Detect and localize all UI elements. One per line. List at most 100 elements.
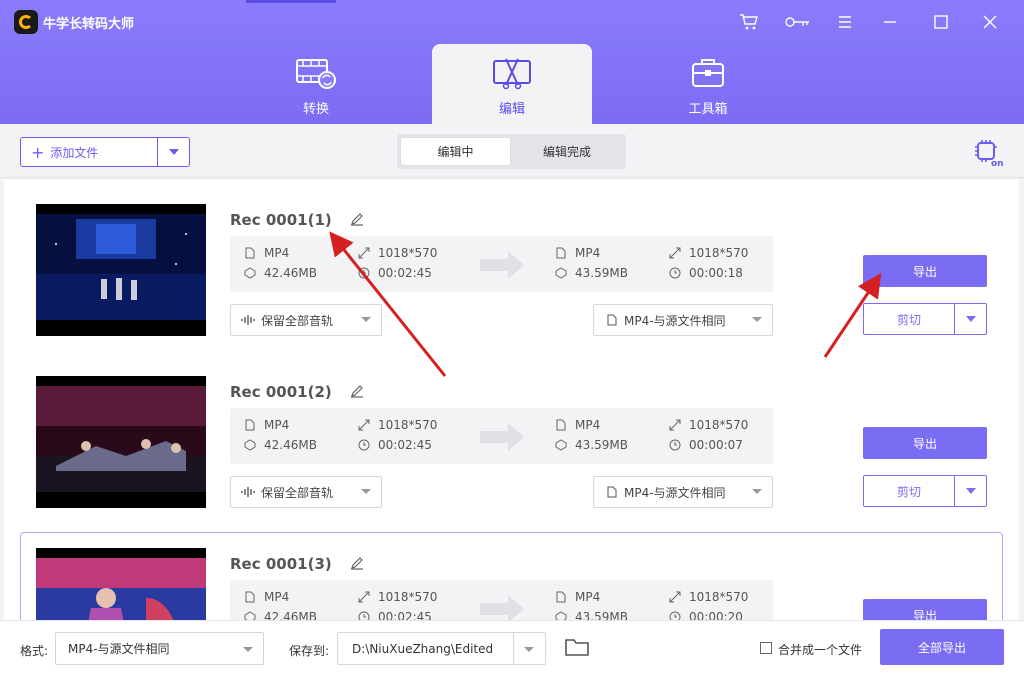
select-value: 保留全部音轨 [261,313,334,328]
close-icon[interactable] [978,10,1002,34]
value: 43.59MB [575,266,628,280]
tab-toolbox[interactable]: 工具箱 [628,44,788,124]
value: 00:02:45 [378,438,432,452]
add-file-label: 添加文件 [50,145,99,160]
file-icon [245,591,255,603]
source-format: MP4 [244,418,289,432]
file-name: Rec 0001(2) [230,383,332,401]
export-button[interactable]: 导出 [863,427,987,459]
file-list: Rec 0001(1) MP4 42.46MB 1018*570 00:02:4… [4,180,1019,620]
cut-label[interactable]: 剪切 [864,476,955,506]
source-format: MP4 [244,246,289,260]
cart-icon[interactable] [737,10,761,34]
value: 1018*570 [378,418,438,432]
value: 1018*570 [378,590,438,604]
output-duration: 00:00:07 [669,438,743,452]
arrow-right-icon [480,251,524,279]
output-resolution: 1018*570 [669,590,748,604]
audio-icon [241,487,255,497]
value: 43.59MB [575,610,628,620]
clock-icon [669,611,681,620]
tab-label: 转换 [302,102,329,117]
add-file-main[interactable]: + 添加文件 [21,138,158,166]
video-thumbnail[interactable] [36,204,206,336]
source-resolution: 1018*570 [358,418,437,432]
output-resolution: 1018*570 [669,418,748,432]
tab-label: 编辑 [498,102,525,117]
chevron-down-icon [168,149,179,155]
file-name: Rec 0001(1) [230,211,332,229]
source-duration: 00:02:45 [358,266,432,280]
file-card: Rec 0001(1) MP4 42.46MB 1018*570 00:02:4… [4,180,1019,352]
output-format: MP4 [555,590,600,604]
key-icon[interactable] [784,10,812,34]
clock-icon [358,267,370,279]
video-thumbnail[interactable] [36,376,206,508]
cut-button[interactable]: 剪切 [863,303,987,335]
output-format-select[interactable]: MP4-与源文件相同 [593,304,773,336]
value: 00:00:18 [689,266,743,280]
size-icon [555,439,567,451]
resolution-icon [358,247,370,259]
cut-button[interactable]: 剪切 [863,475,987,507]
save-path-select[interactable]: D:\NiuXueZhang\Edited [337,632,546,665]
tab-edit[interactable]: 编辑 [432,44,592,124]
output-duration: 00:00:18 [669,266,743,280]
pencil-icon[interactable] [350,384,364,401]
size-icon [555,611,567,620]
pencil-icon[interactable] [350,556,364,573]
tab-convert[interactable]: 转换 [236,44,396,124]
audio-track-select[interactable]: 保留全部音轨 [230,304,382,336]
segment-editing[interactable]: 编辑中 [400,137,511,166]
svg-text:on: on [991,159,1003,167]
maximize-icon[interactable] [929,10,953,34]
format-label: 格式: [20,644,49,658]
value: 42.46MB [264,610,317,620]
arrow-right-icon [480,423,524,451]
cut-dropdown[interactable] [955,304,986,334]
size-icon [244,439,256,451]
cut-label[interactable]: 剪切 [864,304,955,334]
video-thumbnail[interactable] [36,548,206,620]
tab-label: 工具箱 [688,102,728,117]
output-size: 43.59MB [555,266,628,280]
select-value: 保留全部音轨 [261,485,334,500]
add-file-dropdown[interactable] [158,149,189,155]
file-card: Rec 0001(2) MP4 42.46MB 1018*570 00:02:4… [4,352,1019,524]
edit-tab-icon [493,58,531,90]
segment-edited[interactable]: 编辑完成 [511,137,623,166]
chevron-down-icon [361,489,371,494]
source-size: 42.46MB [244,610,317,620]
output-format-all-select[interactable]: MP4-与源文件相同 [55,632,264,665]
value: MP4 [575,418,601,432]
file-icon [556,247,566,259]
cut-dropdown[interactable] [955,476,986,506]
output-format: MP4 [555,418,600,432]
folder-icon[interactable] [564,637,590,660]
select-value: MP4-与源文件相同 [68,642,170,656]
resolution-icon [669,591,681,603]
menu-icon[interactable] [833,10,857,34]
gpu-icon[interactable]: on [973,139,1004,170]
clock-icon [669,267,681,279]
minimize-icon[interactable] [878,10,902,34]
toolbox-icon [692,59,724,87]
pencil-icon[interactable] [350,212,364,229]
size-icon [244,267,256,279]
status-segment: 编辑中 编辑完成 [397,134,626,169]
audio-track-select[interactable]: 保留全部音轨 [230,476,382,508]
export-button[interactable]: 导出 [863,255,987,287]
add-file-button[interactable]: + 添加文件 [20,137,190,167]
clock-icon [358,611,370,620]
file-icon [556,591,566,603]
value: 1018*570 [689,418,749,432]
file-icon [556,419,566,431]
export-all-button[interactable]: 全部导出 [880,629,1004,665]
chevron-down-icon [243,647,253,652]
resolution-icon [669,247,681,259]
export-button[interactable]: 导出 [863,599,987,620]
output-format-select[interactable]: MP4-与源文件相同 [593,476,773,508]
source-duration: 00:02:45 [358,610,432,620]
source-format: MP4 [244,590,289,604]
merge-checkbox[interactable] [760,642,772,654]
